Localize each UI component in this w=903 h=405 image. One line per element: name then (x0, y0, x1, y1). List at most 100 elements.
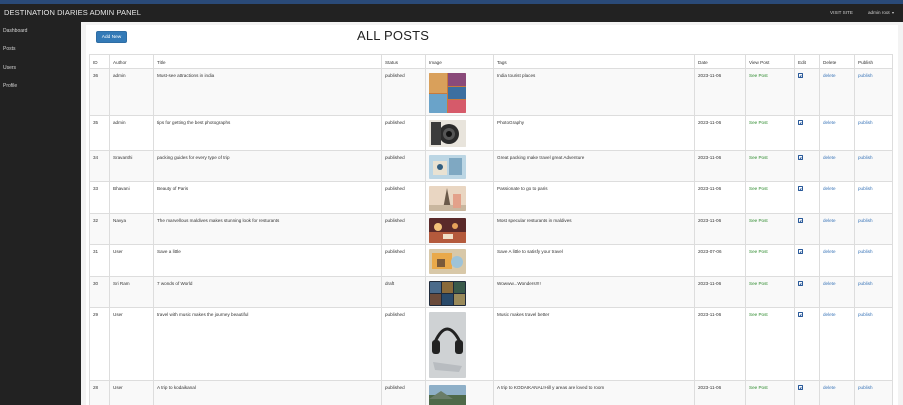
see-post-link[interactable]: See Post (749, 120, 768, 125)
see-post-link[interactable]: See Post (749, 186, 768, 191)
cell-image (425, 150, 494, 182)
publish-link[interactable]: publish (858, 281, 873, 286)
cell-id: 32 (89, 213, 110, 245)
cell-author: admin (109, 115, 154, 151)
cell-id: 34 (89, 150, 110, 182)
cell-edit (794, 244, 820, 277)
cell-title: packing guides for every type of trip (153, 150, 382, 182)
post-thumbnail (429, 186, 466, 211)
table-row: 29 User travel with music makes the jour… (89, 307, 893, 381)
cell-view-post: See Post (745, 380, 795, 405)
cell-title: travel with music makes the journey beau… (153, 307, 382, 381)
cell-view-post: See Post (745, 213, 795, 245)
cell-delete: delete (819, 68, 855, 116)
delete-link[interactable]: delete (823, 249, 836, 254)
cell-status: draft (381, 276, 426, 308)
brand-title[interactable]: DESTINATION DIARIES ADMIN PANEL (4, 8, 141, 17)
cell-status: published (381, 115, 426, 151)
publish-link[interactable]: publish (858, 155, 873, 160)
sidebar-item-posts[interactable]: Posts (3, 46, 16, 52)
publish-link[interactable]: publish (858, 385, 873, 390)
cell-image (425, 213, 494, 245)
delete-link[interactable]: delete (823, 155, 836, 160)
see-post-link[interactable]: See Post (749, 249, 768, 254)
post-thumbnail (429, 155, 466, 179)
publish-link[interactable]: publish (858, 186, 873, 191)
post-thumbnail (429, 385, 466, 405)
post-thumbnail (429, 73, 466, 113)
see-post-link[interactable]: See Post (749, 312, 768, 317)
sidebar-item-dashboard[interactable]: Dashboard (3, 28, 27, 34)
edit-icon[interactable] (798, 120, 803, 125)
cell-title: Must-see attractions in india (153, 68, 382, 116)
publish-link[interactable]: publish (858, 218, 873, 223)
delete-link[interactable]: delete (823, 385, 836, 390)
sidebar-item-profile[interactable]: Profile (3, 83, 17, 89)
edit-icon[interactable] (798, 73, 803, 78)
cell-tags: Save A little to satisfy your travel (493, 244, 695, 277)
delete-link[interactable]: delete (823, 312, 836, 317)
cell-id: 36 (89, 68, 110, 116)
add-new-button[interactable]: Add New (96, 31, 127, 43)
delete-link[interactable]: delete (823, 120, 836, 125)
cell-author: admin (109, 68, 154, 116)
cell-date: 2023-11-06 (694, 213, 746, 245)
cell-id: 35 (89, 115, 110, 151)
cell-author: Navya (109, 213, 154, 245)
cell-publish: publish (854, 380, 893, 405)
table-row: 31 User Save a little published Save A l… (89, 244, 893, 277)
cell-status: published (381, 307, 426, 381)
see-post-link[interactable]: See Post (749, 73, 768, 78)
posts-table: ID Author Title Status Image Tags Date V… (89, 54, 893, 405)
cell-delete: delete (819, 380, 855, 405)
table-row: 35 admin tips for getting the best photo… (89, 115, 893, 151)
cell-id: 33 (89, 181, 110, 214)
publish-link[interactable]: publish (858, 312, 873, 317)
cell-image (425, 68, 494, 116)
see-post-link[interactable]: See Post (749, 218, 768, 223)
delete-link[interactable]: delete (823, 218, 836, 223)
see-post-link[interactable]: See Post (749, 281, 768, 286)
edit-icon[interactable] (798, 186, 803, 191)
column-header-image: Image (425, 54, 494, 69)
sidebar-item-users[interactable]: Users (3, 65, 16, 71)
cell-publish: publish (854, 276, 893, 308)
cell-title: tips for getting the best photographs (153, 115, 382, 151)
edit-icon[interactable] (798, 312, 803, 317)
cell-author: User (109, 380, 154, 405)
delete-link[interactable]: delete (823, 73, 836, 78)
cell-status: published (381, 380, 426, 405)
cell-author: User (109, 244, 154, 277)
edit-icon[interactable] (798, 249, 803, 254)
cell-title: Beauty of Paris (153, 181, 382, 214)
cell-image (425, 181, 494, 214)
delete-link[interactable]: delete (823, 186, 836, 191)
delete-link[interactable]: delete (823, 281, 836, 286)
cell-image (425, 380, 494, 405)
column-header-id: ID (89, 54, 110, 69)
cell-title: The marvellous maldives makes stunning l… (153, 213, 382, 245)
cell-view-post: See Post (745, 68, 795, 116)
cell-edit (794, 307, 820, 381)
publish-link[interactable]: publish (858, 120, 873, 125)
edit-icon[interactable] (798, 281, 803, 286)
publish-link[interactable]: publish (858, 73, 873, 78)
cell-edit (794, 115, 820, 151)
see-post-link[interactable]: See Post (749, 155, 768, 160)
cell-date: 2023-07-06 (694, 244, 746, 277)
edit-icon[interactable] (798, 218, 803, 223)
cell-delete: delete (819, 213, 855, 245)
see-post-link[interactable]: See Post (749, 385, 768, 390)
page-title: ALL POSTS (357, 28, 430, 43)
visit-site-link[interactable]: VISIT SITE (830, 10, 853, 15)
cell-image (425, 307, 494, 381)
edit-icon[interactable] (798, 385, 803, 390)
cell-date: 2023-11-06 (694, 150, 746, 182)
table-row: 30 Sri Ram 7 wonds of World draft Wowww.… (89, 276, 893, 308)
cell-image (425, 115, 494, 151)
cell-author: Sri Ram (109, 276, 154, 308)
publish-link[interactable]: publish (858, 249, 873, 254)
edit-icon[interactable] (798, 155, 803, 160)
cell-title: A trip to kodaikanal (153, 380, 382, 405)
user-menu[interactable]: admin root (868, 10, 894, 15)
